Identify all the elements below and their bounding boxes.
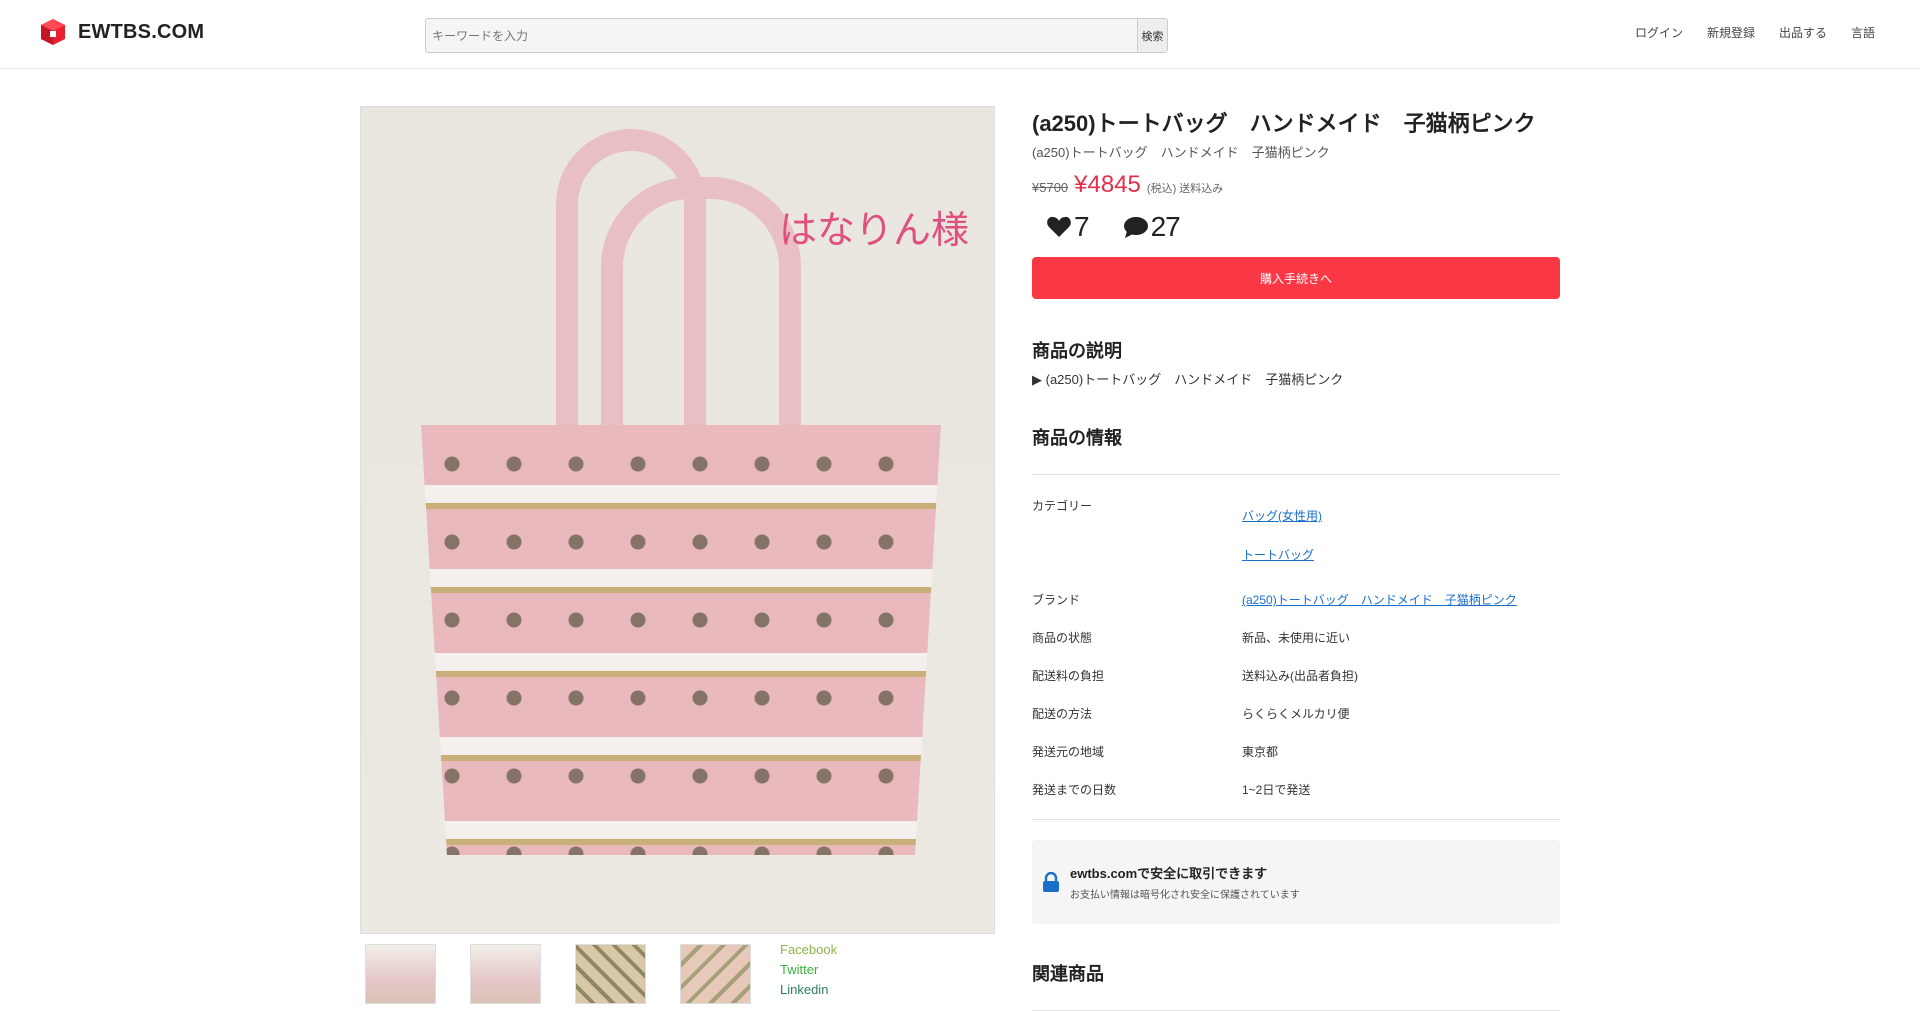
spec-key: 商品の状態 xyxy=(1032,631,1093,645)
nav-language[interactable]: 言語 xyxy=(1851,24,1875,41)
spec-key: カテゴリー xyxy=(1032,499,1093,513)
search-input[interactable] xyxy=(426,19,1137,52)
description-heading: 商品の説明 xyxy=(1032,341,1122,361)
spec-key: 配送の方法 xyxy=(1032,707,1093,721)
brand-link[interactable]: (a250)トートバッグ ハンドメイド 子猫柄ピンク xyxy=(1242,591,1517,608)
related-heading: 関連商品 xyxy=(1032,960,1560,1011)
bag-strap-right xyxy=(601,177,801,439)
product-info-panel: (a250)トートバッグ ハンドメイド 子猫柄ピンク (a250)トートバッグ … xyxy=(1032,106,1560,1011)
description-toggle[interactable]: ▶ (a250)トートバッグ ハンドメイド 子猫柄ピンク xyxy=(1032,369,1560,388)
share-facebook-link[interactable]: Facebook xyxy=(780,940,837,960)
buy-button[interactable]: 購入手続きへ xyxy=(1032,257,1560,299)
spec-value: (a250)トートバッグ ハンドメイド 子猫柄ピンク xyxy=(1242,581,1517,608)
bag-pattern xyxy=(421,425,941,855)
spec-row-shipping-method: 配送の方法 らくらくメルカリ便 xyxy=(1032,695,1560,733)
spec-value: 1~2日で発送 xyxy=(1242,783,1311,797)
price-row: ¥5700 ¥4845 (税込) 送料込み xyxy=(1032,171,1560,199)
spec-row-category: カテゴリー バッグ(女性用) トートバッグ xyxy=(1032,487,1560,581)
thumbnail-3[interactable] xyxy=(575,944,646,1004)
thumbnail-4[interactable] xyxy=(680,944,751,1004)
spec-row-origin: 発送元の地域 東京都 xyxy=(1032,733,1560,771)
spec-value: バッグ(女性用) トートバッグ xyxy=(1242,487,1322,563)
spec-value: 東京都 xyxy=(1242,745,1279,759)
original-price: ¥5700 xyxy=(1032,180,1069,195)
product-title: (a250)トートバッグ ハンドメイド 子猫柄ピンク xyxy=(1032,111,1536,136)
share-twitter-link[interactable]: Twitter xyxy=(780,960,837,980)
thumbnail-strip xyxy=(365,944,751,1004)
comment-counter[interactable]: 27 xyxy=(1123,211,1181,243)
header-nav: ログイン 新規登録 出品する 言語 xyxy=(1635,24,1875,41)
comment-count: 27 xyxy=(1150,211,1181,242)
logo-text: EWTBS.COM xyxy=(78,20,205,43)
product-main-image[interactable]: はなりん様 xyxy=(360,106,995,934)
secure-subtitle: お支払い情報は暗号化され安全に保護されています xyxy=(1070,890,1300,901)
spec-row-shipping-fee: 配送料の負担 送料込み(出品者負担) xyxy=(1032,657,1560,695)
thumbnail-2[interactable] xyxy=(470,944,541,1004)
spec-table: カテゴリー バッグ(女性用) トートバッグ ブランド (a250)トートバッグ … xyxy=(1032,487,1560,820)
spec-row-brand: ブランド (a250)トートバッグ ハンドメイド 子猫柄ピンク xyxy=(1032,581,1560,619)
site-logo[interactable]: EWTBS.COM xyxy=(38,17,204,47)
spec-key: 発送までの日数 xyxy=(1032,783,1117,797)
image-watermark: はなりん様 xyxy=(778,208,969,252)
nav-login[interactable]: ログイン xyxy=(1635,24,1683,41)
spec-value: 送料込み(出品者負担) xyxy=(1242,669,1358,683)
site-header: EWTBS.COM 検索 ログイン 新規登録 出品する 言語 xyxy=(0,0,1920,69)
divider xyxy=(1032,819,1560,820)
sale-price: ¥4845 xyxy=(1074,171,1141,198)
nav-register[interactable]: 新規登録 xyxy=(1707,24,1755,41)
spec-key: ブランド xyxy=(1032,593,1081,607)
search-button[interactable]: 検索 xyxy=(1137,19,1167,52)
spec-key: 発送元の地域 xyxy=(1032,745,1105,759)
spec-value: らくらくメルカリ便 xyxy=(1242,707,1350,721)
share-linkedin-link[interactable]: Linkedin xyxy=(780,980,837,1000)
secure-notice: ewtbs.comで安全に取引できます お支払い情報は暗号化され安全に保護されて… xyxy=(1032,840,1560,924)
like-count: 7 xyxy=(1074,211,1090,242)
heart-icon xyxy=(1047,216,1071,237)
spec-value: 新品、未使用に近い xyxy=(1242,631,1351,645)
product-stats: 7 27 xyxy=(1032,211,1560,243)
nav-sell[interactable]: 出品する xyxy=(1779,24,1827,41)
like-counter[interactable]: 7 xyxy=(1046,211,1090,243)
price-note: (税込) 送料込み xyxy=(1146,183,1224,195)
search-bar: 検索 xyxy=(425,18,1168,53)
spec-key: 配送料の負担 xyxy=(1032,669,1105,683)
thumbnail-1[interactable] xyxy=(365,944,436,1004)
spec-row-condition: 商品の状態 新品、未使用に近い xyxy=(1032,619,1560,657)
category-link-tote[interactable]: トートバッグ xyxy=(1242,546,1322,563)
lock-icon xyxy=(1043,872,1059,892)
comment-icon xyxy=(1123,217,1148,238)
details-heading: 商品の情報 xyxy=(1032,424,1560,475)
spec-row-days: 発送までの日数 1~2日で発送 xyxy=(1032,771,1560,809)
cube-logo-icon xyxy=(41,19,65,45)
share-links: Facebook Twitter Linkedin xyxy=(780,940,837,1000)
category-link-women-bag[interactable]: バッグ(女性用) xyxy=(1242,507,1322,524)
secure-title: ewtbs.comで安全に取引できます xyxy=(1070,866,1268,881)
product-subtitle: (a250)トートバッグ ハンドメイド 子猫柄ピンク xyxy=(1032,145,1330,160)
